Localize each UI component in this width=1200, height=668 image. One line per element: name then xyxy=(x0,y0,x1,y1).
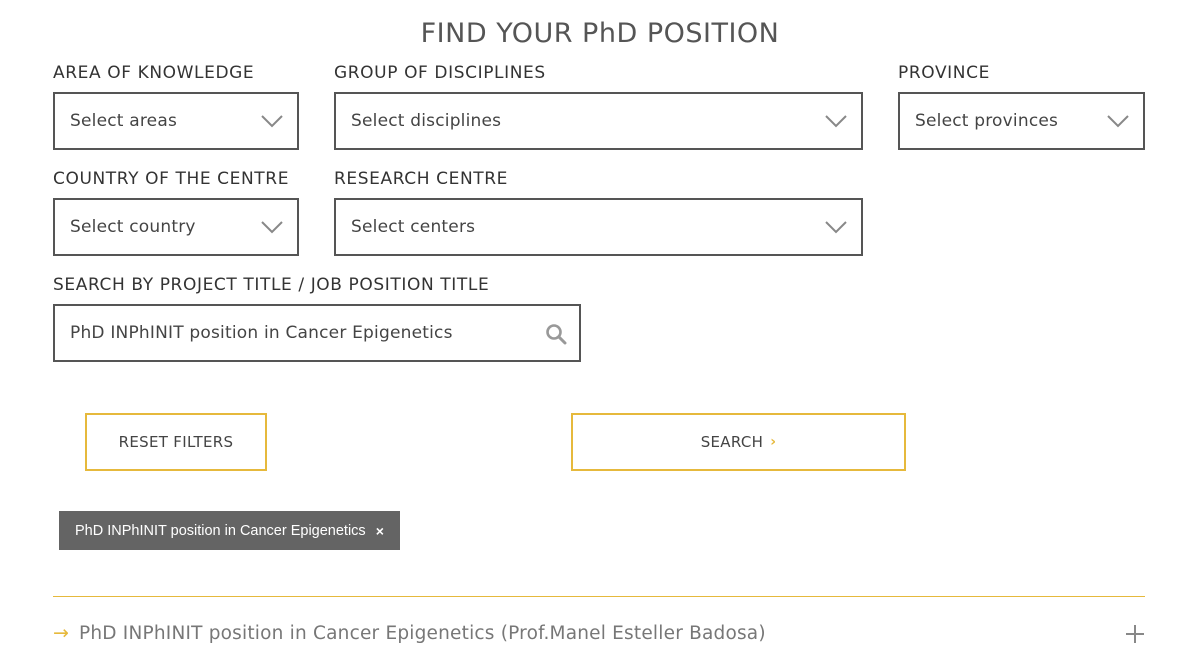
chevron-down-icon xyxy=(825,221,847,234)
country-select[interactable]: Select country xyxy=(53,198,299,256)
chevron-down-icon xyxy=(825,115,847,128)
active-filter-chip: PhD INPhINIT position in Cancer Epigenet… xyxy=(59,511,400,550)
search-button-label: SEARCH xyxy=(700,433,764,451)
disciplines-select-placeholder: Select disciplines xyxy=(351,111,502,131)
search-title-label: SEARCH BY PROJECT TITLE / JOB POSITION T… xyxy=(53,275,490,295)
area-of-knowledge-label: AREA OF KNOWLEDGE xyxy=(53,63,255,83)
results-divider xyxy=(53,596,1145,597)
group-of-disciplines-label: GROUP OF DISCIPLINES xyxy=(334,63,546,83)
province-label: PROVINCE xyxy=(898,63,990,83)
province-select-placeholder: Select provinces xyxy=(915,111,1059,131)
research-centre-select[interactable]: Select centers xyxy=(334,198,863,256)
country-select-placeholder: Select country xyxy=(70,217,196,237)
group-of-disciplines-select[interactable]: Select disciplines xyxy=(334,92,863,150)
result-item[interactable]: → PhD INPhINIT position in Cancer Epigen… xyxy=(53,622,1145,652)
active-filter-text: PhD INPhINIT position in Cancer Epigenet… xyxy=(75,522,366,539)
search-icon[interactable] xyxy=(545,323,567,345)
search-button[interactable]: SEARCH › xyxy=(571,413,906,471)
page-title: FIND YOUR PhD POSITION xyxy=(420,18,780,49)
close-icon[interactable]: × xyxy=(376,523,384,539)
chevron-down-icon xyxy=(1107,115,1129,128)
chevron-down-icon xyxy=(261,221,283,234)
plus-icon[interactable] xyxy=(1125,624,1145,644)
arrow-right-icon: → xyxy=(53,622,69,644)
reset-filters-button[interactable]: RESET FILTERS xyxy=(85,413,267,471)
area-of-knowledge-select[interactable]: Select areas xyxy=(53,92,299,150)
area-select-placeholder: Select areas xyxy=(70,111,178,131)
reset-filters-label: RESET FILTERS xyxy=(118,433,234,451)
search-input[interactable]: PhD INPhINIT position in Cancer Epigenet… xyxy=(53,304,581,362)
search-input-value[interactable]: PhD INPhINIT position in Cancer Epigenet… xyxy=(70,323,453,343)
country-of-centre-label: COUNTRY OF THE CENTRE xyxy=(53,169,290,189)
chevron-down-icon xyxy=(261,115,283,128)
centre-select-placeholder: Select centers xyxy=(351,217,476,237)
research-centre-label: RESEARCH CENTRE xyxy=(334,169,509,189)
result-title[interactable]: PhD INPhINIT position in Cancer Epigenet… xyxy=(79,623,766,644)
province-select[interactable]: Select provinces xyxy=(898,92,1145,150)
chevron-right-icon: › xyxy=(770,434,777,450)
